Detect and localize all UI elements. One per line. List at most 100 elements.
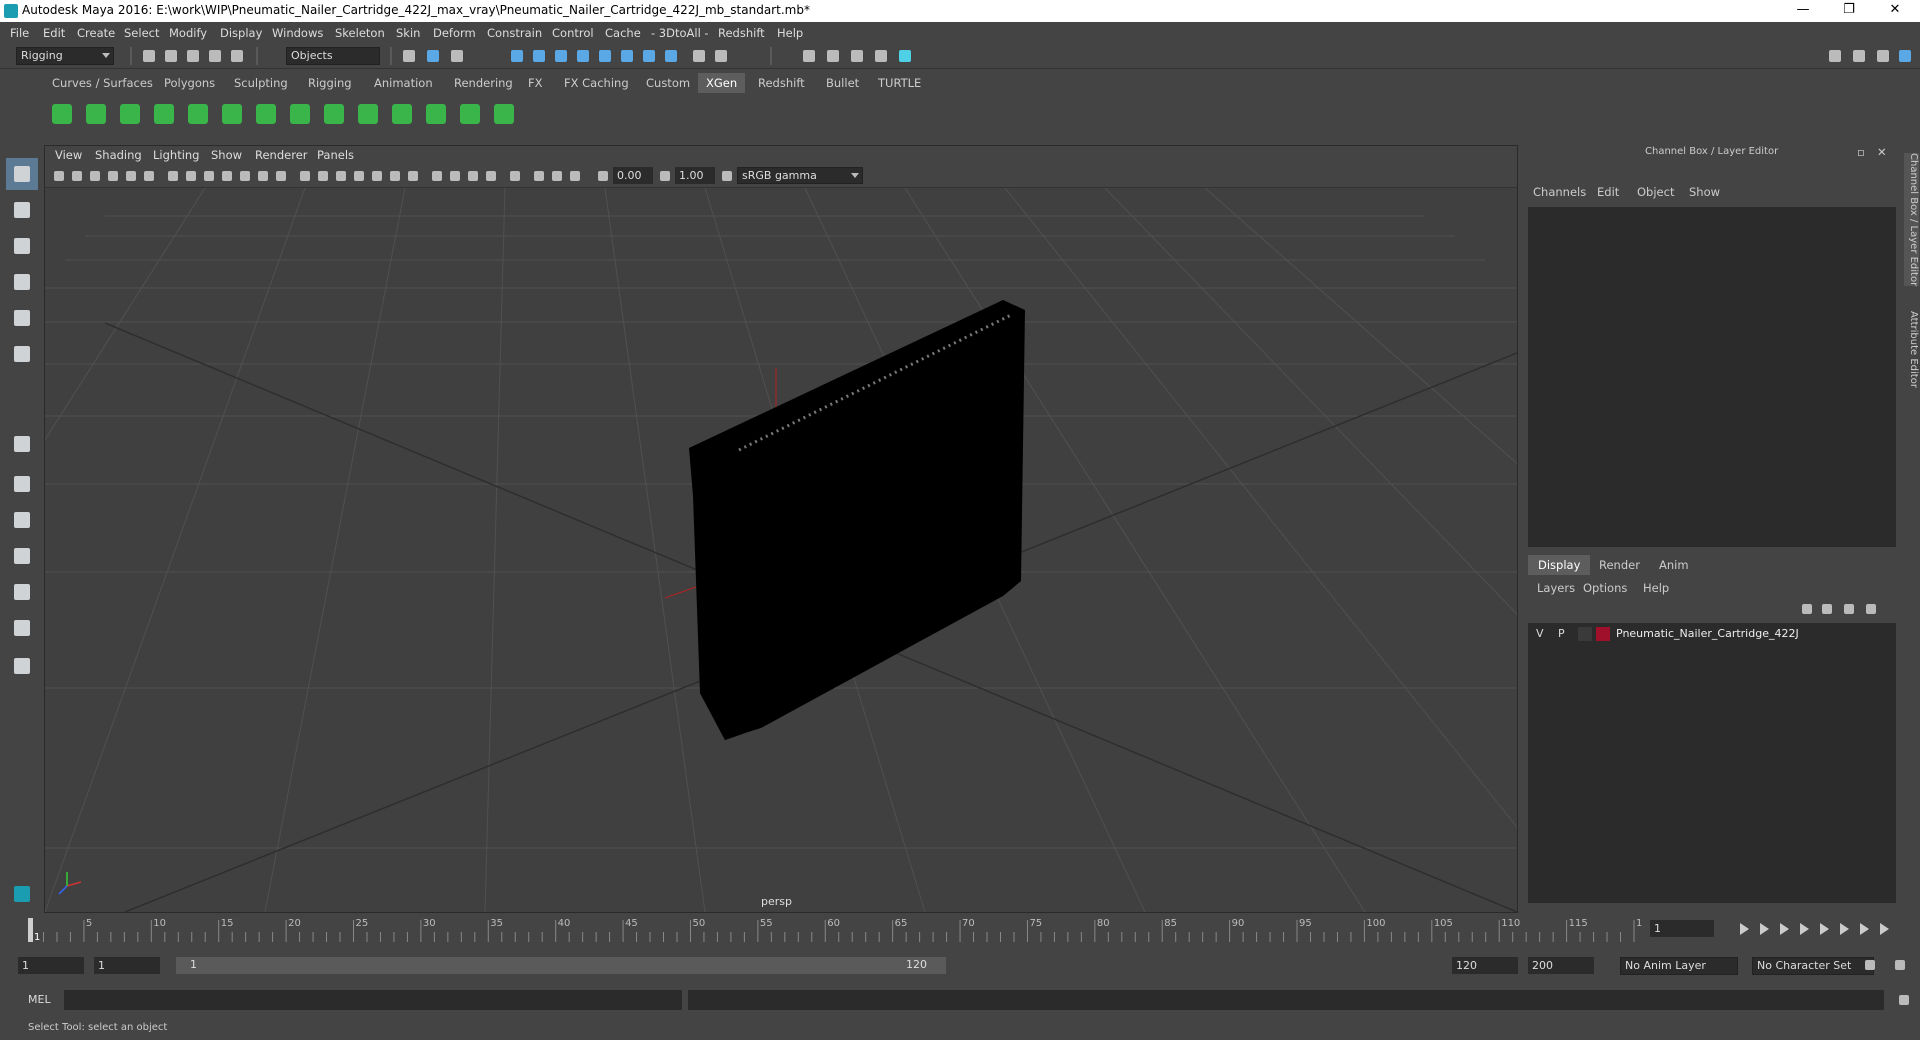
move-layer-up-icon[interactable]	[1799, 601, 1815, 617]
menu-skin[interactable]: Skin	[396, 26, 420, 40]
layer-tab-render[interactable]: Render	[1589, 555, 1650, 575]
safe-title-icon[interactable]	[273, 168, 289, 184]
current-frame-field[interactable]: 1	[1650, 920, 1714, 937]
grease-pencil-icon[interactable]	[141, 168, 157, 184]
step-back-frame-icon[interactable]	[1756, 920, 1774, 938]
xray-icon[interactable]	[531, 168, 547, 184]
channel-box-icon[interactable]	[1896, 47, 1914, 65]
select-object-icon[interactable]	[424, 47, 442, 65]
layer-tab-display[interactable]: Display	[1528, 555, 1591, 575]
menu-3dtoall[interactable]: - 3DtoAll -	[651, 26, 709, 40]
shelf-tab-sculpting[interactable]: Sculpting	[226, 73, 296, 93]
two-d-pan-icon[interactable]	[123, 168, 139, 184]
use-all-lights-icon[interactable]	[387, 168, 403, 184]
xray-components-icon[interactable]	[567, 168, 583, 184]
edit-menu[interactable]: Edit	[1597, 185, 1619, 199]
camera-select-icon[interactable]	[51, 168, 67, 184]
isolate-select-icon[interactable]	[507, 168, 523, 184]
xgen-preview-icon[interactable]	[80, 98, 112, 130]
xray-joints-icon[interactable]	[549, 168, 565, 184]
xgen-clumping-icon[interactable]	[386, 98, 418, 130]
playback-end-field[interactable]: 120	[1452, 957, 1518, 974]
shelf-tab-polygons[interactable]: Polygons	[156, 73, 223, 93]
symmetry-icon[interactable]	[662, 47, 680, 65]
new-layer-selected-icon[interactable]	[1863, 601, 1879, 617]
float-panel-icon[interactable]: ▫	[1857, 145, 1865, 159]
layer-row[interactable]: V P Pneumatic_Nailer_Cartridge_422J	[1528, 623, 1896, 645]
cartridge-model[interactable]	[689, 300, 1025, 740]
shelf-tab-turtle[interactable]: TURTLE	[870, 73, 929, 93]
shadows-icon[interactable]	[405, 168, 421, 184]
side-tab-channel-box[interactable]: Channel Box / Layer Editor	[1904, 153, 1919, 287]
rotate-tool-icon[interactable]	[6, 302, 38, 334]
layers-menu[interactable]: Layers	[1537, 581, 1575, 595]
xgen-cut-icon[interactable]	[420, 98, 452, 130]
exposure-icon[interactable]	[595, 168, 611, 184]
snap-curve-icon[interactable]	[530, 47, 548, 65]
menu-display[interactable]: Display	[220, 26, 262, 40]
play-backwards-icon[interactable]	[1796, 920, 1814, 938]
outliner-persp-layout-icon[interactable]	[6, 576, 38, 608]
ambient-occlusion-icon[interactable]	[429, 168, 445, 184]
move-layer-down-icon[interactable]	[1819, 601, 1835, 617]
gamma-icon[interactable]	[657, 168, 673, 184]
single-view-layout-icon[interactable]	[6, 428, 38, 460]
hypershade-icon[interactable]	[896, 47, 914, 65]
open-scene-icon[interactable]	[162, 47, 180, 65]
paint-select-tool-icon[interactable]	[6, 230, 38, 262]
menu-cache[interactable]: Cache	[605, 26, 641, 40]
snap-live-icon[interactable]	[596, 47, 614, 65]
layer-reference-toggle[interactable]	[1578, 627, 1592, 641]
menu-select[interactable]: Select	[124, 26, 159, 40]
xgen-description-icon[interactable]	[114, 98, 146, 130]
xgen-guide-tool-icon[interactable]	[216, 98, 248, 130]
current-time-indicator[interactable]	[28, 918, 33, 942]
viewport-scene[interactable]	[45, 188, 1517, 912]
xgen-layers-icon[interactable]	[352, 98, 384, 130]
channel-box-area[interactable]	[1528, 207, 1896, 547]
playback-start-field[interactable]: 1	[94, 957, 160, 974]
help-menu[interactable]: Help	[1643, 581, 1669, 595]
multisample-icon[interactable]	[465, 168, 481, 184]
anim-layer-dropdown[interactable]: No Anim Layer	[1620, 957, 1738, 975]
four-view-layout-icon[interactable]	[6, 468, 38, 500]
attribute-editor-icon[interactable]	[1850, 47, 1868, 65]
side-tab-attribute-editor[interactable]: Attribute Editor	[1904, 311, 1919, 388]
selection-mode-dropdown[interactable]: Objects	[286, 47, 380, 65]
layer-name[interactable]: Pneumatic_Nailer_Cartridge_422J	[1616, 627, 1799, 640]
color-management-icon[interactable]	[719, 168, 735, 184]
camera-lock-icon[interactable]	[69, 168, 85, 184]
menu-skeleton[interactable]: Skeleton	[335, 26, 385, 40]
layer-tab-anim[interactable]: Anim	[1649, 555, 1699, 575]
resolution-gate-icon[interactable]	[201, 168, 217, 184]
object-menu[interactable]: Object	[1637, 185, 1674, 199]
more-layouts-icon[interactable]	[6, 650, 38, 682]
show-menu[interactable]: Show	[1689, 185, 1720, 199]
xgen-sculpt-icon[interactable]	[250, 98, 282, 130]
close-panel-icon[interactable]: ✕	[1877, 145, 1887, 159]
go-to-end-icon[interactable]	[1876, 920, 1894, 938]
make-live-icon[interactable]	[640, 47, 658, 65]
select-hierarchy-icon[interactable]	[400, 47, 418, 65]
shaded-wireframe-icon[interactable]	[351, 168, 367, 184]
script-editor-icon[interactable]	[1896, 992, 1912, 1008]
shelf-tab-curves-surfaces[interactable]: Curves / Surfaces	[44, 73, 161, 93]
bookmark-icon[interactable]	[87, 168, 103, 184]
step-forward-key-icon[interactable]	[1836, 920, 1854, 938]
graph-layout-icon[interactable]	[6, 540, 38, 572]
motion-blur-icon[interactable]	[447, 168, 463, 184]
move-tool-icon[interactable]	[6, 266, 38, 298]
channels-menu[interactable]: Channels	[1533, 185, 1586, 199]
menu-control[interactable]: Control	[552, 26, 594, 40]
wireframe-icon[interactable]	[297, 168, 313, 184]
menu-deform[interactable]: Deform	[433, 26, 476, 40]
scale-tool-icon[interactable]	[6, 338, 38, 370]
default-material-icon[interactable]	[333, 168, 349, 184]
range-slider[interactable]: 1 120	[176, 957, 946, 974]
ipr-render-icon[interactable]	[848, 47, 866, 65]
select-component-icon[interactable]	[448, 47, 466, 65]
gate-mask-icon[interactable]	[219, 168, 235, 184]
command-language-label[interactable]: MEL	[28, 993, 51, 1006]
lock-icon[interactable]	[690, 47, 708, 65]
safe-action-icon[interactable]	[255, 168, 271, 184]
